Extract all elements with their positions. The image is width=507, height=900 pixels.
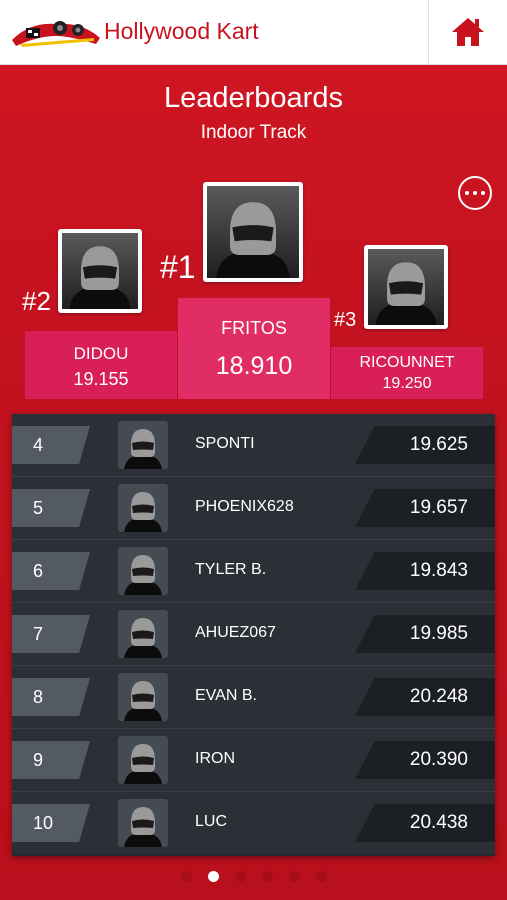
hollywood-kart-logo[interactable] (10, 14, 102, 50)
avatar-second[interactable] (58, 229, 142, 313)
helmet-icon (62, 233, 138, 309)
helmet-icon (118, 421, 168, 469)
podium-third-name: RICOUNNET (359, 354, 455, 371)
lap-time: 19.985 (355, 615, 495, 653)
position-number: 5 (33, 498, 44, 518)
leaderboard-table[interactable]: 4 SPONTI 19.625 5 PHOENIX628 19.657 6 TY… (12, 414, 495, 856)
page-dot[interactable] (234, 871, 246, 882)
helmet-icon (118, 673, 168, 721)
lap-time-value: 19.625 (409, 434, 468, 455)
row-position: 6 (12, 552, 90, 590)
row-position: 8 (12, 678, 90, 716)
lap-time: 19.625 (355, 426, 495, 464)
page-indicator (0, 871, 507, 882)
helmet-icon (118, 736, 168, 784)
avatar-first[interactable] (203, 182, 303, 282)
racer-name: AHUEZ067 (195, 624, 276, 641)
podium-second-time: 19.155 (73, 369, 129, 389)
more-options-icon (465, 191, 469, 195)
helmet-icon (207, 186, 299, 278)
position-number: 9 (33, 750, 44, 770)
podium-first[interactable]: FRITOS 18.910 (178, 298, 330, 399)
helmet-icon (118, 484, 168, 532)
podium-third[interactable]: RICOUNNET 19.250 (331, 347, 483, 399)
racer-name: TYLER B. (195, 561, 267, 578)
row-position: 5 (12, 489, 90, 527)
position-number: 8 (33, 687, 44, 707)
table-row[interactable]: 8 EVAN B. 20.248 (12, 666, 495, 729)
lap-time: 20.438 (355, 804, 495, 842)
rank-third: #3 (334, 309, 357, 331)
table-row[interactable]: 10 LUC 20.438 (12, 792, 495, 854)
page-dot[interactable] (315, 871, 327, 882)
page-dot[interactable] (261, 871, 273, 882)
position-number: 7 (33, 624, 44, 644)
helmet-icon (368, 249, 444, 325)
lap-time: 19.657 (355, 489, 495, 527)
page-title: Leaderboards (164, 82, 343, 114)
table-row[interactable]: 9 IRON 20.390 (12, 729, 495, 792)
row-position: 4 (12, 426, 90, 464)
row-position: 7 (12, 615, 90, 653)
home-button[interactable] (428, 0, 507, 64)
podium-first-time: 18.910 (215, 352, 293, 380)
podium-third-time: 19.250 (382, 375, 432, 392)
podium-second[interactable]: DIDOU 19.155 (25, 331, 177, 399)
position-number: 10 (33, 813, 54, 833)
table-row[interactable]: 4 SPONTI 19.625 (12, 414, 495, 477)
table-row[interactable]: 6 TYLER B. 19.843 (12, 540, 495, 603)
lap-time-value: 20.438 (409, 812, 468, 833)
lap-time: 20.390 (355, 741, 495, 779)
lap-time-value: 19.657 (409, 497, 468, 518)
page-dot[interactable] (288, 871, 300, 882)
avatar-third[interactable] (364, 245, 448, 329)
top-bar: Hollywood Kart (0, 0, 507, 65)
lap-time-value: 19.843 (409, 560, 468, 581)
racer-name: SPONTI (195, 435, 255, 452)
more-options-button[interactable] (458, 176, 492, 210)
position-number: 4 (33, 435, 44, 455)
page-dot[interactable] (180, 871, 192, 882)
rank-first: #1 (160, 249, 196, 285)
helmet-icon (118, 610, 168, 658)
row-position: 9 (12, 741, 90, 779)
racer-name: IRON (195, 750, 235, 767)
podium-first-name: FRITOS (221, 318, 287, 338)
lap-time: 19.843 (355, 552, 495, 590)
table-row[interactable]: 7 AHUEZ067 19.985 (12, 603, 495, 666)
lap-time-value: 20.248 (409, 686, 468, 707)
lap-time-value: 19.985 (409, 623, 468, 644)
lap-time: 20.248 (355, 678, 495, 716)
home-icon (452, 18, 484, 46)
row-position: 10 (12, 804, 90, 842)
racer-name: EVAN B. (195, 687, 257, 704)
page-dot-active[interactable] (207, 871, 219, 882)
app-title: Hollywood Kart (104, 18, 259, 44)
racer-name: LUC (195, 813, 228, 830)
rank-second: #2 (22, 286, 51, 316)
more-dot (481, 191, 485, 195)
helmet-icon (118, 547, 168, 595)
page-subtitle: Indoor Track (200, 122, 307, 143)
table-row[interactable]: 5 PHOENIX628 19.657 (12, 477, 495, 540)
racer-name: PHOENIX628 (195, 498, 294, 515)
more-dot (473, 191, 477, 195)
lap-time-value: 20.390 (409, 749, 468, 770)
podium-second-name: DIDOU (73, 344, 129, 363)
position-number: 6 (33, 561, 44, 581)
helmet-icon (118, 799, 168, 847)
